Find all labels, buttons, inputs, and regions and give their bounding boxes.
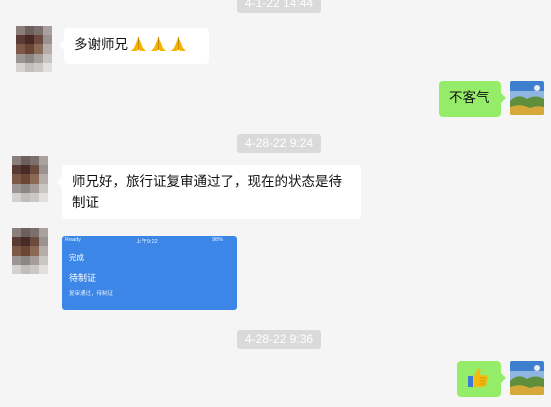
message-bubble[interactable]: 师兄好，旅行证复审通过了，现在的状态是待 制证	[57, 165, 361, 219]
message-text-line: 师兄好，旅行证复审通过了，现在的状态是待	[72, 174, 342, 190]
timestamp: 4-1-22 14:44	[237, 0, 322, 13]
message-bubble[interactable]: 不客气	[439, 81, 506, 117]
thumbs-up-icon	[466, 366, 490, 397]
user-avatar[interactable]	[510, 361, 544, 395]
status-label: 待制证	[69, 273, 97, 283]
image-message[interactable]: Ready 上午9:22 98% 完成 待制证 复审通过，待制证	[62, 236, 237, 310]
message-bubble[interactable]	[457, 361, 506, 397]
folded-hands-icon	[169, 35, 188, 60]
contact-avatar[interactable]	[16, 26, 52, 72]
message-text: 多谢师兄	[74, 37, 128, 53]
message-bubble[interactable]: 多谢师兄	[59, 28, 209, 64]
status-time: 上午9:22	[136, 239, 158, 245]
status-battery: 98%	[212, 237, 224, 243]
status-subtext: 复审通过，待制证	[69, 291, 114, 297]
timestamp: 4-28-22 9:36	[237, 330, 322, 349]
status-carrier: Ready	[65, 237, 81, 243]
message-text-line: 制证	[72, 195, 99, 211]
user-avatar[interactable]	[510, 81, 544, 115]
contact-avatar[interactable]	[12, 228, 48, 274]
folded-hands-icon	[149, 35, 168, 60]
timestamp: 4-28-22 9:24	[237, 134, 322, 153]
contact-avatar[interactable]	[12, 156, 48, 202]
folded-hands-icon	[129, 35, 148, 60]
done-label: 完成	[69, 253, 84, 262]
message-text: 不客气	[449, 90, 490, 106]
